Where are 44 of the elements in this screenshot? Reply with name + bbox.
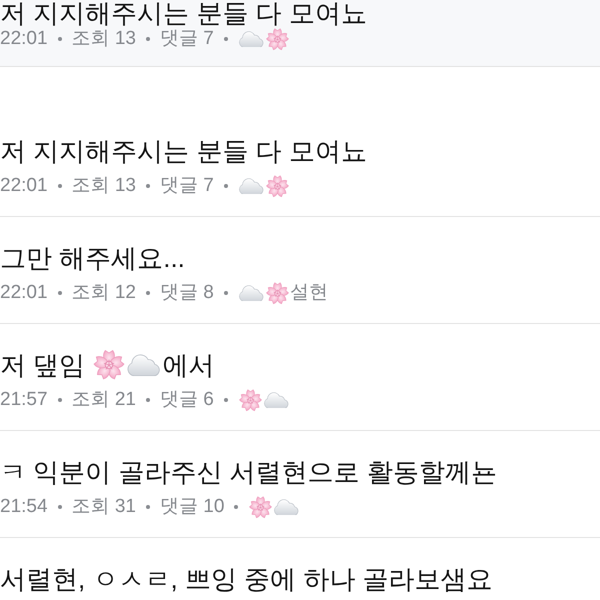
dot-icon <box>234 505 238 509</box>
cherry-blossom-icon <box>238 388 263 412</box>
dot-icon <box>58 37 62 41</box>
comment-count: 댓글 10 <box>160 495 224 519</box>
dot-icon <box>224 291 228 295</box>
view-count: 조회 21 <box>72 388 136 412</box>
dot-icon <box>224 184 228 188</box>
author-name: 설현 <box>290 281 328 305</box>
dot-icon <box>146 505 150 509</box>
cherry-blossom-icon <box>92 348 126 382</box>
dot-icon <box>58 184 62 188</box>
post-time: 21:54 <box>0 495 48 519</box>
dot-icon <box>146 291 150 295</box>
dot-icon <box>58 505 62 509</box>
comment-count: 댓글 8 <box>160 281 214 305</box>
post-time: 22:01 <box>0 27 48 51</box>
view-count: 조회 31 <box>72 495 136 519</box>
view-count: 조회 13 <box>72 174 136 198</box>
dot-icon <box>224 398 228 402</box>
view-count: 조회 13 <box>72 27 136 51</box>
comment-count: 댓글 7 <box>160 174 214 198</box>
comment-count: 댓글 7 <box>160 27 214 51</box>
post-title-link[interactable]: 저 지지해주시는 분들 다 모여뇨 <box>0 0 367 26</box>
post-title-link[interactable]: 저 댚임 에서 <box>0 349 214 381</box>
cherry-blossom-icon <box>264 26 290 52</box>
cherry-blossom-icon <box>248 494 274 520</box>
post-time: 22:01 <box>0 281 48 305</box>
dot-icon <box>146 184 150 188</box>
dot-icon <box>58 291 62 295</box>
dot-icon <box>58 398 62 402</box>
post-title-link[interactable]: 저 지지해주시는 분들 다 모여뇨 <box>0 135 367 167</box>
post-time: 21:57 <box>0 388 48 412</box>
post-title-link[interactable]: 그만 해주세요... <box>0 242 185 274</box>
pinned-post-row[interactable]: 저 지지해주시는 분들 다 모여뇨 22:01 조회 13 댓글 7 <box>0 0 600 67</box>
cherry-blossom-icon <box>264 280 290 306</box>
dot-icon <box>146 37 150 41</box>
comment-count: 댓글 6 <box>160 388 214 412</box>
post-title-link[interactable]: 서렬현, ㅇㅅㄹ, 쁘잉 중에 하나 골라보샘요 <box>0 563 493 595</box>
view-count: 조회 12 <box>72 281 136 305</box>
dot-icon <box>224 37 228 41</box>
dot-icon <box>146 398 150 402</box>
cherry-blossom-icon <box>264 174 290 198</box>
post-title-link[interactable]: ㅋ 익분이 골라주신 서렬현으로 활동할께뇬 <box>0 456 497 488</box>
post-time: 22:01 <box>0 174 48 198</box>
